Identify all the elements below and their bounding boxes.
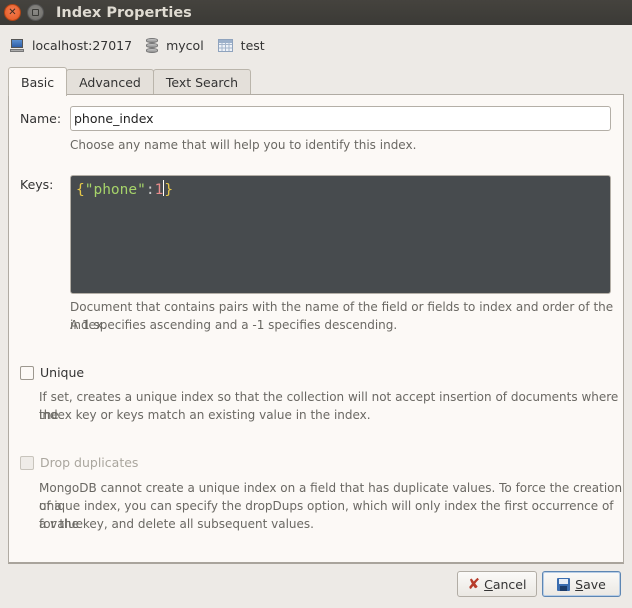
database-label: mycol [166,37,204,53]
keys-close-brace: } [164,182,174,198]
name-label: Name: [20,111,62,126]
database-icon [146,37,159,53]
unique-checkbox[interactable] [20,365,34,380]
connection-info-bar: localhost:27017 mycol test [10,36,279,54]
drop-duplicates-option: Drop duplicates [20,455,138,470]
computer-icon [10,38,24,52]
drop-duplicates-checkbox [20,455,34,470]
cancel-label-rest: ancel [492,576,527,592]
cancel-x-icon: ✘ [467,574,481,593]
server-info: localhost:27017 [10,38,132,53]
floppy-disk-icon [557,577,571,591]
name-hint: Choose any name that will help you to id… [70,138,417,152]
tab-basic[interactable]: Basic [8,67,68,96]
close-window-button[interactable]: ✕ [4,4,21,21]
unique-label: Unique [40,365,85,380]
basic-tab-panel: Name: phone_index Choose any name that w… [8,94,624,564]
tab-bar: Basic Advanced Text Search [8,67,252,96]
tab-advanced[interactable]: Advanced [66,69,154,95]
title-bar: ✕ Index Properties [0,0,632,25]
maximize-icon [32,9,39,16]
drop-duplicates-label: Drop duplicates [40,455,139,470]
keys-colon: : [145,182,155,198]
server-label: localhost:27017 [32,37,133,53]
unique-hint-line2: index key or keys match an existing valu… [39,408,371,422]
keys-hint-line2: A 1 specifies ascending and a -1 specifi… [70,318,398,332]
table-icon [217,38,233,52]
save-mnemonic: S [575,576,584,592]
keys-editor[interactable]: {"phone":1} [70,175,611,294]
drop-duplicates-hint-line3: for the key, and delete all subsequent v… [39,517,314,531]
maximize-window-button[interactable] [27,4,44,21]
database-info: mycol [146,37,204,53]
save-label-rest: ave [583,576,606,592]
close-icon: ✕ [8,6,17,18]
collection-info: test [217,37,265,53]
window-title: Index Properties [56,4,192,21]
cancel-mnemonic: C [484,576,493,592]
tab-text-search[interactable]: Text Search [152,69,252,95]
keys-field-name: "phone" [84,182,146,198]
unique-option[interactable]: Unique [20,365,84,380]
keys-order-value: 1 [154,182,164,198]
cancel-button[interactable]: ✘ Cancel [457,571,537,597]
keys-label: Keys: [20,177,54,192]
save-button[interactable]: Save [542,571,621,597]
index-name-input[interactable]: phone_index [70,106,611,131]
keys-open-brace: { [76,182,85,198]
collection-label: test [240,37,265,53]
